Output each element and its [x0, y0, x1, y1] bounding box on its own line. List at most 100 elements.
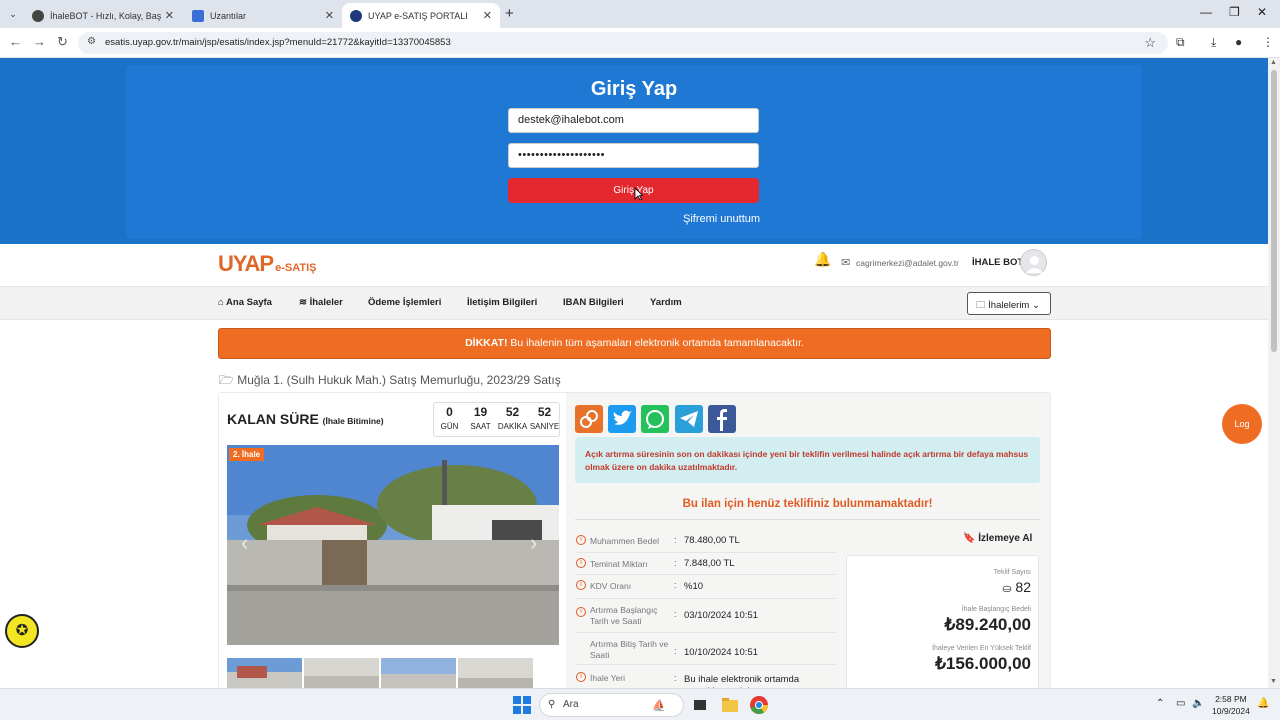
support-email[interactable]: cagrimerkezi@adalet.gov.tr — [856, 258, 959, 268]
chevron-right-icon[interactable]: › — [530, 530, 537, 556]
login-title: Giriş Yap — [590, 78, 678, 100]
photo-thumbnail[interactable] — [227, 658, 302, 688]
offer-count: ⛀ 82 — [1002, 579, 1031, 595]
avatar[interactable] — [1020, 249, 1047, 276]
watch-button[interactable]: 🔖 İzlemeye Al — [963, 533, 1032, 544]
task-view-icon[interactable] — [690, 695, 710, 715]
detail-row-deposit: i Teminat Miktarı : 7.848,00 TL — [575, 553, 837, 575]
countdown-days: 0 GÜN — [440, 405, 459, 431]
tab-uyap[interactable]: UYAP e-SATIŞ PORTALI ✕ — [342, 3, 500, 28]
scroll-up-icon[interactable]: ▲ — [1270, 59, 1277, 66]
site-info-icon[interactable]: ⚙ — [87, 36, 96, 47]
auction-left-column: KALAN SÜRE (İhale Bitimine) 0 GÜN 19 SAAT … — [219, 393, 566, 688]
photo-thumbnail[interactable] — [381, 658, 456, 688]
thumbnail-image — [227, 658, 302, 688]
detail-row-estimate: i Muhammen Bedel : 78.480,00 TL — [575, 531, 837, 553]
tab-extensions[interactable]: Uzantılar ✕ — [184, 3, 342, 28]
detail-row-location: i İhale Yeri : Bu ihale elektronik ortam… — [575, 665, 837, 688]
thumbnail-image — [458, 658, 533, 688]
network-icon[interactable]: ▭ — [1176, 698, 1185, 709]
email-field[interactable]: destek@ihalebot.com — [508, 108, 759, 133]
mail-icon: ✉ — [841, 257, 851, 269]
uyap-favicon-icon — [350, 9, 362, 22]
nav-home[interactable]: ⌂ Ana Sayfa — [218, 297, 272, 308]
accessibility-icon[interactable]: ✪ — [5, 614, 39, 648]
close-window-button[interactable]: ✕ — [1257, 5, 1267, 19]
nav-payments[interactable]: Ödeme İşlemleri — [368, 297, 441, 308]
users-icon: ⛀ — [1002, 583, 1012, 595]
close-tab-icon[interactable]: ✕ — [483, 9, 492, 22]
log-button[interactable]: Log — [1222, 404, 1262, 444]
scroll-down-icon[interactable]: ▼ — [1270, 678, 1277, 685]
file-explorer-icon[interactable] — [720, 695, 740, 715]
countdown: 0 GÜN 19 SAAT 52 DAKİKA 52 SANİYE — [433, 402, 560, 437]
scroll-thumb[interactable] — [1271, 70, 1277, 352]
ihalebot-favicon-icon — [32, 9, 44, 22]
tab-ihalebot[interactable]: İhaleBOT - Hızlı, Kolay, Başarılı! ✕ — [24, 3, 182, 28]
web-page: Giriş Yap destek@ihalebot.com ••••••••••… — [0, 58, 1268, 688]
photo-thumbnail[interactable] — [304, 658, 379, 688]
page-scrollbar[interactable]: ▲ ▼ — [1268, 58, 1280, 688]
thumbnail-image — [381, 658, 456, 688]
login-panel: Giriş Yap destek@ihalebot.com ••••••••••… — [126, 65, 1142, 239]
link-share-icon[interactable] — [575, 405, 603, 433]
password-field[interactable]: •••••••••••••••••••• — [508, 143, 759, 168]
new-tab-button[interactable]: + — [505, 5, 514, 22]
restore-button[interactable]: ❐ — [1229, 5, 1240, 19]
chrome-icon[interactable] — [749, 695, 769, 715]
auction-round-badge: 2. İhale — [229, 448, 265, 461]
back-icon[interactable]: ← — [9, 34, 22, 49]
auction-card: KALAN SÜRE (İhale Bitimine) 0 GÜN 19 SAAT … — [218, 392, 1051, 688]
countdown-hours: 19 SAAT — [470, 405, 491, 431]
facebook-icon[interactable] — [708, 405, 736, 433]
close-tab-icon[interactable]: ✕ — [165, 9, 174, 22]
nav-iban[interactable]: IBAN Bilgileri — [563, 297, 624, 308]
user-silhouette-icon — [1026, 256, 1043, 273]
url-field[interactable]: ⚙ esatis.uyap.gov.tr/main/jsp/esatis/ind… — [78, 32, 1168, 54]
auction-right-column: Açık artırma süresinin son on dakikası i… — [575, 393, 1042, 688]
tray-chevron-up-icon[interactable]: ⌃ — [1156, 698, 1164, 709]
login-band: Giriş Yap destek@ihalebot.com ••••••••••… — [0, 58, 1268, 244]
windows-start-icon[interactable] — [512, 695, 532, 715]
whatsapp-icon[interactable] — [641, 405, 669, 433]
telegram-icon[interactable] — [675, 405, 703, 433]
bookmark-icon: 🔖 — [963, 533, 976, 544]
address-bar-row: ← → ↻ ⚙ esatis.uyap.gov.tr/main/jsp/esat… — [0, 28, 1280, 58]
tab-search-icon[interactable]: ⌄ — [5, 6, 21, 22]
remaining-title: KALAN SÜRE (İhale Bitimine) — [227, 411, 384, 427]
profile-icon[interactable]: ● — [1235, 35, 1242, 49]
nav-contact[interactable]: İletişim Bilgileri — [467, 297, 537, 308]
puzzle-icon — [192, 9, 204, 22]
bookmark-star-icon[interactable]: ☆ — [1144, 35, 1156, 51]
user-name[interactable]: İHALE BOT — [972, 257, 1023, 268]
reload-icon[interactable]: ↻ — [57, 34, 68, 50]
briefcase-icon: 🗀 — [976, 300, 986, 311]
forgot-password-link[interactable]: Şifremi unuttum — [683, 213, 760, 225]
main-nav: ⌂ Ana Sayfa ≋ İhaleler Ödeme İşlemleri İ… — [0, 286, 1268, 320]
info-icon: i — [576, 535, 586, 545]
notification-bell-icon[interactable]: 🔔 — [1257, 698, 1269, 709]
menu-kebab-icon[interactable]: ⋮ — [1262, 35, 1274, 49]
uyap-logo[interactable]: UYAP e-SATIŞ — [218, 251, 316, 277]
taskbar-search[interactable]: ⚲ Ara ⛵ — [539, 693, 684, 717]
nav-help[interactable]: Yardım — [650, 297, 682, 308]
nav-auctions[interactable]: ≋ İhaleler — [299, 297, 343, 308]
close-tab-icon[interactable]: ✕ — [325, 9, 334, 22]
forward-icon[interactable]: → — [33, 34, 46, 49]
minimize-button[interactable]: — — [1200, 5, 1212, 19]
volume-icon[interactable]: 🔈 — [1192, 698, 1204, 709]
my-auctions-dropdown[interactable]: 🗀 İhalelerim ⌄ — [967, 292, 1051, 315]
breadcrumb: 🗁 Muğla 1. (Sulh Hukuk Mah.) Satış Memur… — [219, 373, 561, 387]
start-price: ₺89.240,00 — [944, 615, 1031, 634]
no-offer-message: Bu ilan için henüz teklifiniz bulunmamak… — [682, 498, 933, 510]
download-icon[interactable]: ⤓ — [1211, 35, 1216, 50]
bid-stats-panel: Teklif Sayısı ⛀ 82 İhale Başlangıç Bedel… — [846, 555, 1039, 688]
property-photo[interactable]: 2. İhale ‹ › — [227, 445, 559, 645]
taskbar-clock[interactable]: 2:58 PM 10/9/2024 — [1212, 693, 1250, 717]
twitter-icon[interactable] — [608, 405, 636, 433]
bell-icon[interactable]: 🔔 — [814, 251, 831, 268]
photo-thumbnail[interactable] — [458, 658, 533, 688]
extensions-icon[interactable]: ⧉ — [1176, 35, 1185, 50]
chevron-left-icon[interactable]: ‹ — [241, 530, 248, 556]
thumbnail-image — [304, 658, 379, 688]
